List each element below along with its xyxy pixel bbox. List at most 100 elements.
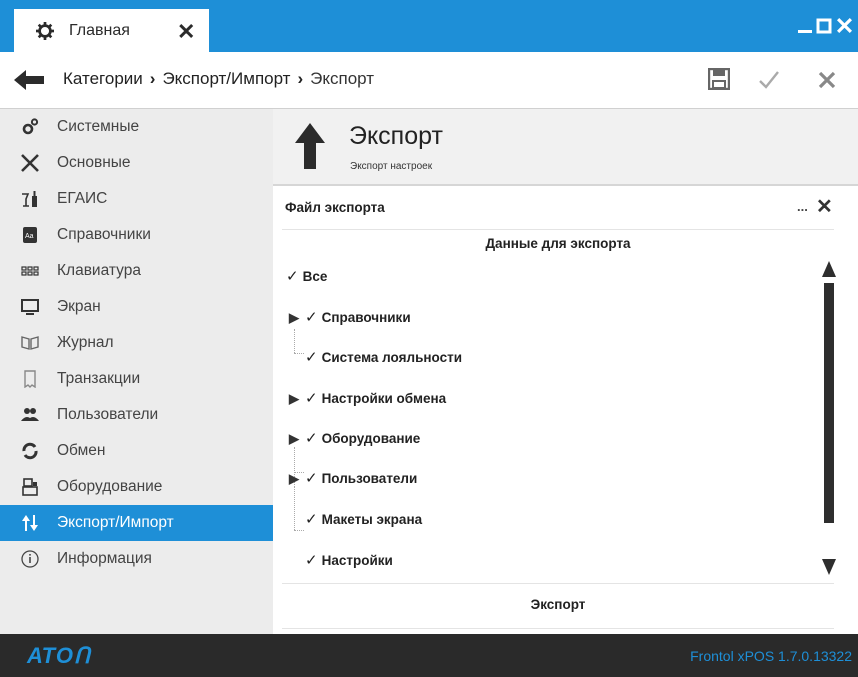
- sidebar-item-exchange[interactable]: Обмен: [0, 433, 273, 469]
- breadcrumb-item-categories[interactable]: Категории: [63, 69, 143, 88]
- sidebar-item-egais[interactable]: ЕГАИС: [0, 181, 273, 217]
- book-icon: Aa: [23, 227, 37, 243]
- breadcrumb-item-export-import[interactable]: Экспорт/Импорт: [162, 69, 290, 88]
- check-icon: ✓: [286, 268, 299, 285]
- page-subtitle: Экспорт настроек: [350, 161, 433, 172]
- svg-text:Aa: Aa: [25, 233, 34, 240]
- expand-arrow-icon[interactable]: ▶: [289, 391, 299, 406]
- sidebar-item-main[interactable]: Основные: [0, 145, 273, 181]
- tree-node-label: Настройки обмена: [321, 391, 447, 406]
- users-icon: [21, 408, 39, 421]
- back-arrow-icon[interactable]: [14, 70, 44, 90]
- export-data-tree: ✓ Все ▶ ✓ Справочники ✓ Система лояльности ▶…: [282, 259, 818, 579]
- scrollbar-thumb[interactable]: [824, 283, 834, 523]
- info-icon: [21, 550, 39, 568]
- tree-node-label: Макеты экрана: [321, 512, 423, 527]
- sidebar-item-information[interactable]: Информация: [0, 541, 273, 577]
- journal-icon: [21, 336, 39, 350]
- check-icon: ✓: [305, 390, 318, 407]
- check-icon: ✓: [305, 511, 318, 528]
- tree-node-label: Система лояльности: [321, 350, 463, 365]
- tab-close-icon[interactable]: ✕: [177, 19, 195, 45]
- expand-arrow-icon[interactable]: ▶: [289, 431, 299, 446]
- scroll-up-icon[interactable]: [821, 259, 837, 279]
- title-bar: Главная ✕: [0, 0, 858, 52]
- sidebar-item-label: Транзакции: [57, 370, 141, 387]
- sidebar-item-equipment[interactable]: Оборудование: [0, 469, 273, 505]
- tree-node-directories[interactable]: ▶ ✓ Справочники: [289, 308, 411, 338]
- sidebar-item-journal[interactable]: Журнал: [0, 325, 273, 361]
- expand-arrow-icon[interactable]: ▶: [289, 471, 299, 486]
- cash-register-icon: [22, 478, 38, 496]
- minimize-icon[interactable]: [797, 18, 813, 34]
- page-title: Экспорт: [349, 122, 443, 150]
- breadcrumb-separator: ›: [297, 69, 304, 88]
- gear-icon: [36, 22, 54, 40]
- tree-node-users[interactable]: ▶ ✓ Пользователи: [289, 469, 417, 499]
- tree-node-screen-layouts[interactable]: ✓ Макеты экрана: [305, 510, 422, 540]
- tree-node-label: Справочники: [321, 310, 411, 325]
- monitor-icon: [21, 299, 39, 315]
- breadcrumb-item-export: Экспорт: [310, 69, 375, 88]
- sidebar-item-label: Оборудование: [57, 478, 163, 495]
- sidebar-item-system[interactable]: Системные: [0, 109, 273, 145]
- browse-button[interactable]: ...: [797, 199, 808, 214]
- sidebar-item-screen[interactable]: Экран: [0, 289, 273, 325]
- sidebar-item-export-import[interactable]: Экспорт/Импорт: [0, 505, 273, 541]
- sidebar-item-label: Экран: [57, 298, 101, 315]
- tree-node-label: Настройки: [321, 553, 393, 568]
- sidebar-item-label: ЕГАИС: [57, 190, 108, 207]
- tree-node-equipment[interactable]: ▶ ✓ Оборудование: [289, 429, 420, 459]
- tree-scrollbar[interactable]: [821, 259, 843, 577]
- sidebar-item-label: Пользователи: [57, 406, 159, 423]
- sidebar-item-label: Основные: [57, 154, 131, 171]
- receipt-icon: [24, 370, 36, 388]
- clear-file-icon[interactable]: ✕: [816, 194, 833, 219]
- check-icon[interactable]: [758, 70, 780, 90]
- check-icon: ✓: [305, 430, 318, 447]
- export-data-header: Данные для экспорта: [485, 236, 631, 251]
- tree-connector: [294, 530, 304, 531]
- check-icon: ✓: [305, 552, 318, 569]
- tree-node-loyalty[interactable]: ✓ Система лояльности: [305, 348, 462, 378]
- tree-connector: [294, 353, 304, 354]
- keyboard-icon: [21, 266, 39, 276]
- scroll-down-icon[interactable]: [821, 557, 837, 577]
- sidebar: Системные Основные ЕГАИС Aa Справочники …: [0, 109, 273, 634]
- status-bar: АТОՈ Frontol xPOS 1.7.0.13322: [0, 634, 858, 677]
- tree-node-label: Все: [302, 269, 328, 284]
- up-arrow-icon: [295, 123, 325, 169]
- sidebar-item-keyboard[interactable]: Клавиатура: [0, 253, 273, 289]
- sidebar-item-users[interactable]: Пользователи: [0, 397, 273, 433]
- tab-main[interactable]: Главная ✕: [14, 9, 209, 52]
- sidebar-item-transactions[interactable]: Транзакции: [0, 361, 273, 397]
- sidebar-item-label: Обмен: [57, 442, 106, 459]
- close-window-icon[interactable]: [836, 17, 853, 34]
- atol-logo: АТОՈ: [27, 643, 92, 668]
- sidebar-item-label: Информация: [57, 550, 152, 567]
- tab-title: Главная: [69, 22, 130, 39]
- check-icon: ✓: [305, 309, 318, 326]
- check-icon: ✓: [305, 349, 318, 366]
- gears-icon: [22, 118, 39, 135]
- export-file-label: Файл экспорта: [285, 200, 385, 215]
- sidebar-item-label: Экспорт/Импорт: [57, 514, 174, 531]
- sidebar-item-directories[interactable]: Aa Справочники: [0, 217, 273, 253]
- sidebar-item-label: Журнал: [57, 334, 114, 351]
- tree-node-all[interactable]: ✓ Все: [286, 267, 327, 297]
- save-icon[interactable]: [708, 68, 730, 90]
- check-icon: ✓: [305, 470, 318, 487]
- tree-node-settings[interactable]: ✓ Настройки: [305, 551, 393, 581]
- close-icon[interactable]: [818, 71, 836, 89]
- export-import-icon: [22, 515, 38, 531]
- tree-node-label: Оборудование: [321, 431, 421, 446]
- version-label: Frontol xPOS 1.7.0.13322: [690, 648, 852, 664]
- tools-icon: [21, 154, 39, 172]
- expand-arrow-icon[interactable]: ▶: [289, 310, 299, 325]
- export-button[interactable]: Экспорт: [282, 583, 834, 629]
- tree-node-exchange-settings[interactable]: ▶ ✓ Настройки обмена: [289, 389, 446, 419]
- sidebar-item-label: Системные: [57, 118, 140, 135]
- bottle-glass-icon: [22, 191, 37, 207]
- maximize-icon[interactable]: [816, 18, 832, 34]
- export-file-field[interactable]: Файл экспорта ... ✕: [282, 194, 834, 230]
